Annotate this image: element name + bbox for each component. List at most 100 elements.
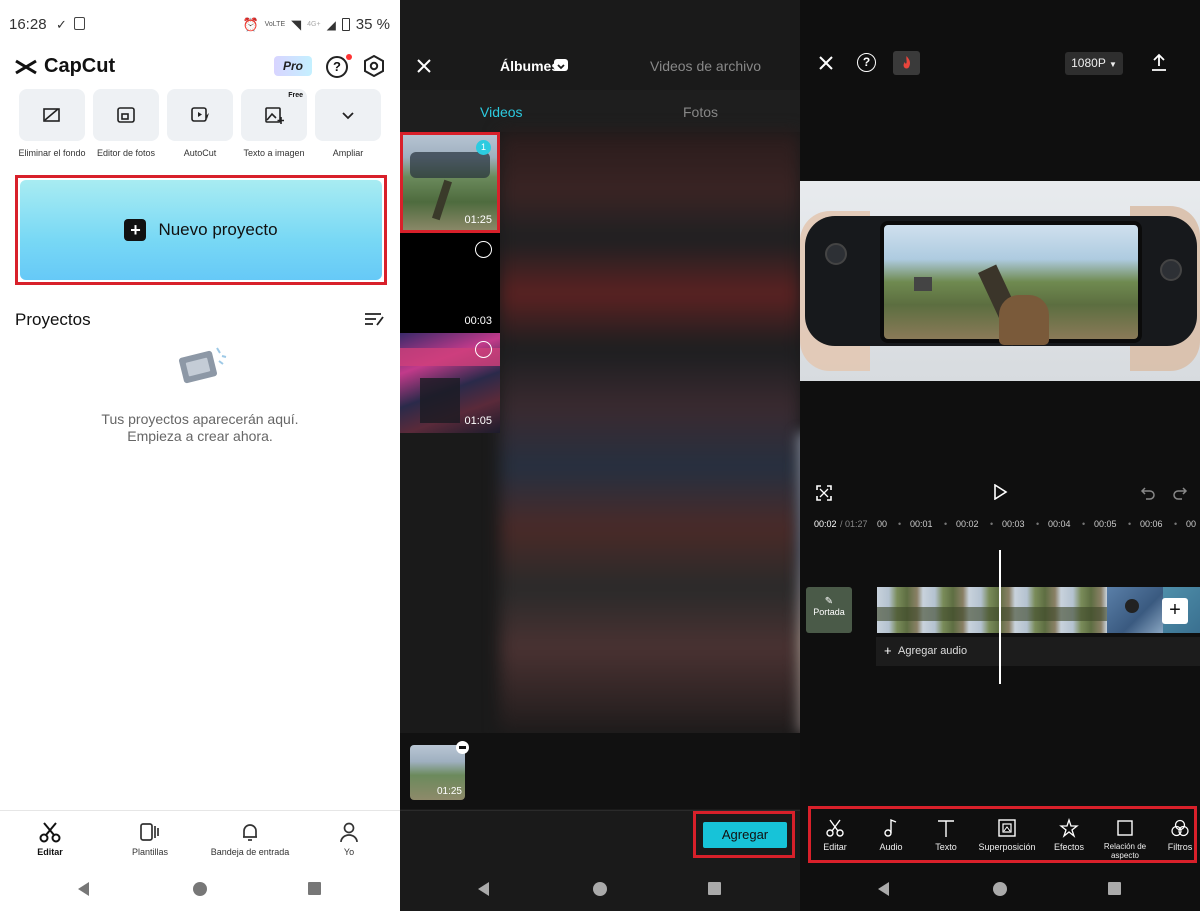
video-clip-2[interactable]: [1107, 587, 1163, 633]
toolbar-edit[interactable]: Editar: [805, 818, 865, 852]
time-total: / 01:27: [840, 519, 868, 529]
toolbar-overlay[interactable]: Superposición: [977, 818, 1037, 852]
toolbar-effects[interactable]: Efectos: [1039, 818, 1099, 852]
projects-title: Proyectos: [15, 310, 91, 329]
toolbar-audio[interactable]: Audio: [861, 818, 921, 852]
music-note-icon: [884, 818, 897, 837]
home-icon[interactable]: [193, 882, 207, 896]
recents-icon[interactable]: [308, 882, 321, 895]
undo-icon[interactable]: [1140, 485, 1156, 501]
tool-text-to-image[interactable]: Free: [241, 89, 307, 141]
aspect-ratio-icon: [1117, 820, 1133, 836]
tool-photo-editor[interactable]: [93, 89, 159, 141]
toolbar-overlay-label: Superposición: [978, 842, 1036, 852]
app-name: CapCut: [44, 55, 116, 77]
tool-expand[interactable]: [315, 89, 381, 141]
nav-templates[interactable]: Plantillas: [105, 821, 195, 857]
media-item-1[interactable]: 1 01:25: [400, 132, 500, 232]
check-icon: ✓: [56, 17, 67, 32]
home-icon[interactable]: [993, 882, 1007, 896]
recents-icon[interactable]: [1108, 882, 1121, 895]
add-button[interactable]: Agregar: [703, 822, 787, 848]
home-screen: 16:28 ✓ ⏰ VoLTE ◥ 4G+ ◢ 35 % CapCut Pro …: [0, 0, 400, 911]
nav-profile[interactable]: Yo: [304, 821, 394, 857]
status-time: 16:28: [9, 16, 47, 33]
pro-badge[interactable]: Pro: [274, 56, 312, 76]
toolbar-audio-label: Audio: [879, 842, 903, 852]
time-current: 00:02: [814, 519, 837, 529]
video-clip-strip[interactable]: [877, 587, 1107, 633]
pro-flame-icon[interactable]: [893, 51, 920, 75]
toolbar-aspect-ratio[interactable]: Relación de aspecto: [1095, 818, 1155, 860]
photo-editor-icon: [117, 107, 135, 123]
media-type-tabs: Videos Fotos: [400, 90, 800, 132]
tab-photos[interactable]: Fotos: [683, 104, 718, 120]
tool-autocut[interactable]: [167, 89, 233, 141]
add-clip-button[interactable]: +: [1162, 598, 1188, 624]
tool-remove-background[interactable]: [19, 89, 85, 141]
close-icon[interactable]: [818, 55, 834, 71]
archive-videos-tab[interactable]: Videos de archivo: [650, 58, 761, 74]
nav-inbox[interactable]: Bandeja de entrada: [205, 821, 295, 857]
cover-button[interactable]: ✎ Portada: [806, 587, 852, 633]
ruler-tick: 00:06: [1140, 519, 1163, 529]
text-icon: [938, 820, 954, 837]
selection-circle-icon[interactable]: [475, 341, 492, 358]
tab-videos[interactable]: Videos: [480, 104, 523, 120]
sort-list-icon[interactable]: [364, 311, 384, 327]
profile-icon: [340, 822, 358, 843]
selected-tray: 01:25: [400, 733, 800, 809]
nav-edit[interactable]: Editar: [5, 821, 95, 857]
game-screen: [880, 221, 1142, 346]
new-project-label: Nuevo proyecto: [158, 220, 278, 239]
redo-icon[interactable]: [1172, 485, 1188, 501]
fullscreen-icon[interactable]: [816, 485, 832, 501]
back-icon[interactable]: [78, 882, 89, 896]
tray-item[interactable]: 01:25: [410, 745, 465, 800]
media-item-3[interactable]: 01:05: [400, 333, 500, 433]
ruler-tick: 00:04: [1048, 519, 1071, 529]
back-icon[interactable]: [878, 882, 889, 896]
autocut-icon: [191, 107, 209, 122]
blurred-media-grid: [500, 132, 800, 732]
picker-header: Álbumes Videos de archivo: [400, 0, 800, 90]
help-icon[interactable]: ?: [857, 53, 876, 72]
scissors-icon: [826, 819, 844, 837]
empty-projects-line-2: Empieza a crear ahora.: [127, 428, 273, 444]
media-duration: 01:25: [464, 214, 492, 226]
left-stick: [825, 243, 847, 265]
help-icon[interactable]: ?: [326, 56, 348, 78]
ruler-tick: 00:02: [956, 519, 979, 529]
albums-tab[interactable]: Álbumes: [500, 58, 559, 74]
add-audio-track[interactable]: + Agregar audio: [876, 637, 1200, 666]
selection-circle-icon[interactable]: [475, 241, 492, 258]
albums-dropdown-icon[interactable]: [554, 59, 568, 71]
media-item-2[interactable]: 00:03: [400, 233, 500, 333]
video-preview[interactable]: [800, 181, 1200, 381]
system-navigation: [400, 866, 800, 911]
media-duration: 00:03: [464, 315, 492, 327]
toolbar-filters[interactable]: Filtros: [1150, 818, 1200, 852]
nav-profile-label: Yo: [343, 847, 355, 857]
export-icon[interactable]: [1150, 52, 1168, 72]
play-icon[interactable]: [992, 484, 1008, 500]
selection-number-badge: 1: [476, 140, 491, 155]
templates-icon: [140, 823, 159, 841]
close-icon[interactable]: [416, 58, 432, 74]
home-icon[interactable]: [593, 882, 607, 896]
plus-icon: +: [124, 219, 147, 241]
resolution-value: 1080P: [1071, 56, 1106, 70]
playhead[interactable]: [999, 550, 1001, 684]
toolbar-text[interactable]: Texto: [916, 818, 976, 852]
caret-down-icon: ▼: [1108, 60, 1117, 69]
recents-icon[interactable]: [708, 882, 721, 895]
back-icon[interactable]: [478, 882, 489, 896]
network-icon: 4G+: [307, 21, 321, 28]
film-reel-icon: [178, 347, 227, 384]
new-project-button[interactable]: + Nuevo proyecto: [20, 180, 382, 280]
resolution-selector[interactable]: 1080P ▼: [1065, 52, 1123, 75]
tool-label-expand: Ampliar: [332, 148, 364, 158]
remove-icon[interactable]: [456, 741, 469, 754]
nav-edit-label: Editar: [37, 847, 63, 857]
settings-icon[interactable]: [363, 55, 385, 77]
